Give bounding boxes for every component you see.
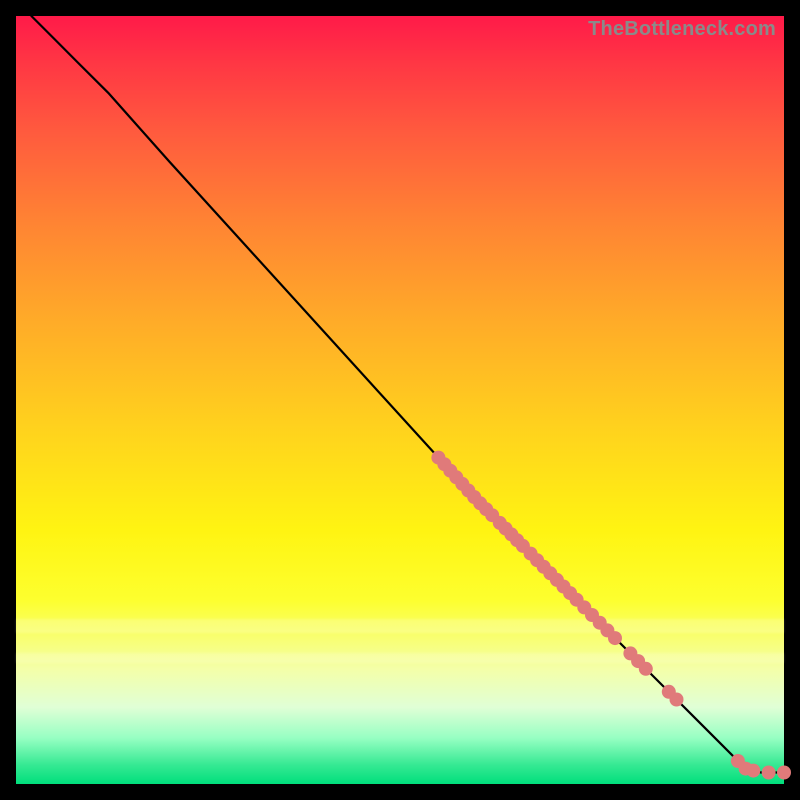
- marker-group: [431, 451, 791, 780]
- chart-plot-area: TheBottleneck.com: [16, 16, 784, 784]
- watermark-text: TheBottleneck.com: [588, 18, 776, 41]
- data-marker: [608, 631, 622, 645]
- data-marker: [746, 764, 760, 778]
- data-marker: [777, 766, 791, 780]
- chart-stage: TheBottleneck.com: [0, 0, 800, 800]
- data-marker: [639, 662, 653, 676]
- data-marker: [670, 693, 684, 707]
- bottleneck-curve: [31, 16, 784, 773]
- chart-svg: [16, 16, 784, 784]
- data-marker: [762, 766, 776, 780]
